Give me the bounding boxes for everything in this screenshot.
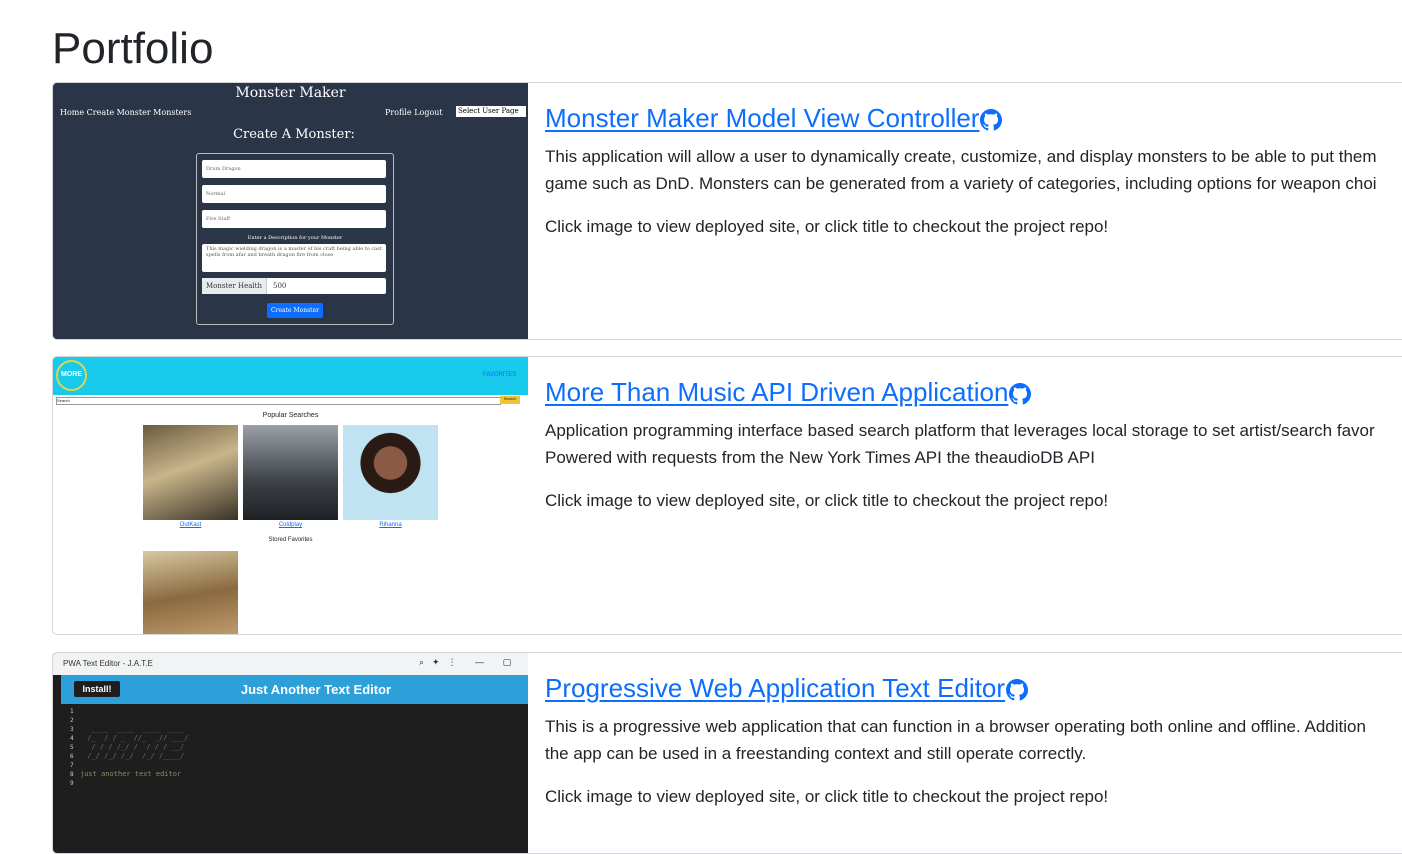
thumb-logo: MORE bbox=[56, 360, 87, 391]
project-thumbnail-monster-maker[interactable]: Monster Maker Home Create Monster Monste… bbox=[53, 83, 528, 339]
thumb-browser-icons: ⌕✦⋮ — ▢ bbox=[419, 657, 520, 667]
thumb-nav-right: Profile Logout bbox=[385, 108, 443, 117]
artist-caption: Rihanna bbox=[379, 522, 402, 528]
project-description: This application will allow a user to dy… bbox=[545, 143, 1402, 197]
artist-caption: OutKast bbox=[179, 522, 202, 528]
thumb-desc-text: This magic wielding dragon is a master o… bbox=[202, 244, 386, 272]
thumb-user-select: Select User Page bbox=[456, 106, 526, 117]
description-line: This is a progressive web application th… bbox=[545, 717, 1366, 736]
project-cta: Click image to view deployed site, or cl… bbox=[545, 787, 1109, 806]
project-thumbnail-text-editor[interactable]: PWA Text Editor - J.A.T.E ⌕✦⋮ — ▢ Instal… bbox=[53, 653, 528, 853]
project-thumbnail-more-than-music[interactable]: MORE FAVORITES Search Search Popular Sea… bbox=[53, 357, 528, 634]
project-description: This is a progressive web application th… bbox=[545, 713, 1402, 767]
thumb-window-title: PWA Text Editor - J.A.T.E bbox=[63, 659, 153, 668]
project-title-link[interactable]: More Than Music API Driven Application bbox=[545, 377, 1008, 407]
project-body: More Than Music API Driven Application A… bbox=[545, 375, 1402, 514]
thumb-favorites-link: FAVORITES bbox=[483, 372, 517, 378]
thumb-popular-heading: Popular Searches bbox=[262, 412, 319, 419]
github-icon[interactable] bbox=[1006, 679, 1029, 701]
project-body: Monster Maker Model View Controller This… bbox=[545, 101, 1402, 240]
thumb-stored-heading: Stored Favorites bbox=[268, 537, 313, 543]
project-card-monster-maker: Monster Maker Home Create Monster Monste… bbox=[52, 82, 1402, 340]
thumb-code-comment: just another text editor bbox=[80, 770, 182, 778]
project-title-link[interactable]: Progressive Web Application Text Editor bbox=[545, 673, 1005, 703]
thumb-header-band bbox=[53, 357, 528, 395]
project-title: Monster Maker Model View Controller bbox=[545, 101, 1402, 135]
thumb-ascii-art: ____ ____ ____ ____ /_ / / _ //_ _// ___… bbox=[87, 725, 189, 760]
description-line: This application will allow a user to dy… bbox=[545, 147, 1377, 166]
thumb-desc-label: Enter a Description for your Monster bbox=[247, 235, 343, 241]
description-line: Powered with requests from the New York … bbox=[545, 448, 1095, 467]
favorite-photo bbox=[143, 551, 238, 634]
thumb-create-button: Create Monster bbox=[267, 303, 323, 318]
description-line: the app can be used in a freestanding co… bbox=[545, 744, 1087, 763]
thumb-heading: Create A Monster: bbox=[233, 127, 355, 142]
thumb-search-input: Search bbox=[56, 397, 501, 405]
artist-photo-rihanna bbox=[343, 425, 438, 520]
artist-caption: Coldplay bbox=[278, 522, 303, 528]
project-title: Progressive Web Application Text Editor bbox=[545, 671, 1402, 705]
page-title: Portfolio bbox=[52, 24, 214, 73]
thumb-browser-bar: PWA Text Editor - J.A.T.E ⌕✦⋮ — ▢ bbox=[53, 653, 528, 675]
thumb-health-value: 500 bbox=[273, 282, 287, 290]
artist-photo-coldplay bbox=[243, 425, 338, 520]
thumb-app-title: Monster Maker bbox=[235, 85, 346, 101]
thumb-field-weapon: Fire Staff bbox=[202, 210, 386, 228]
thumb-nav-left: Home Create Monster Monsters bbox=[60, 108, 192, 117]
github-icon[interactable] bbox=[980, 109, 1003, 131]
description-line: game such as DnD. Monsters can be genera… bbox=[545, 174, 1377, 193]
thumb-search-button: Search bbox=[500, 396, 520, 404]
project-title-link[interactable]: Monster Maker Model View Controller bbox=[545, 103, 979, 133]
project-cta: Click image to view deployed site, or cl… bbox=[545, 217, 1109, 236]
description-line: Application programming interface based … bbox=[545, 421, 1375, 440]
project-body: Progressive Web Application Text Editor … bbox=[545, 671, 1402, 810]
artist-photo-outkast bbox=[143, 425, 238, 520]
github-icon[interactable] bbox=[1009, 383, 1032, 405]
thumb-field-size: Normal bbox=[202, 185, 386, 203]
thumb-health-label: Monster Health bbox=[202, 278, 267, 294]
thumb-editor-header: Install! Just Another Text Editor bbox=[61, 675, 528, 704]
thumb-field-type: Drum Dragon bbox=[202, 160, 386, 178]
project-description: Application programming interface based … bbox=[545, 417, 1402, 471]
project-card-more-than-music: MORE FAVORITES Search Search Popular Sea… bbox=[52, 356, 1402, 635]
thumb-health: Monster Health 500 bbox=[202, 278, 386, 294]
thumb-editor-title: Just Another Text Editor bbox=[240, 682, 392, 697]
thumb-form: Drum Dragon Normal Fire Staff Enter a De… bbox=[196, 153, 394, 325]
project-title: More Than Music API Driven Application bbox=[545, 375, 1402, 409]
project-cta: Click image to view deployed site, or cl… bbox=[545, 491, 1109, 510]
thumb-line-numbers: 123456789 bbox=[70, 708, 74, 787]
project-card-text-editor: PWA Text Editor - J.A.T.E ⌕✦⋮ — ▢ Instal… bbox=[52, 652, 1402, 854]
